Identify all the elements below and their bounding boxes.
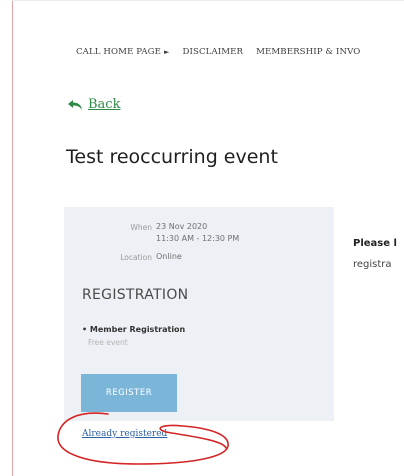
window-border-left — [12, 0, 13, 476]
window-border-top — [12, 0, 404, 1]
nav-item-disclaimer[interactable]: DISCLAIMER — [183, 47, 244, 57]
when-label: When — [130, 223, 152, 232]
registration-option: • Member Registration — [82, 325, 186, 334]
side-message-text: registra — [353, 259, 392, 270]
nav-item-call-home-page[interactable]: CALL HOME PAGE ► — [76, 47, 170, 57]
caret-right-icon: ► — [164, 48, 170, 56]
back-label: Back — [88, 97, 121, 112]
back-link[interactable]: Back — [66, 97, 120, 112]
event-date: 23 Nov 2020 — [156, 222, 208, 231]
event-details-panel: When 23 Nov 2020 11:30 AM - 12:30 PM Loc… — [64, 207, 334, 421]
event-title: Test reoccurring event — [66, 146, 278, 168]
nav-item-label: CALL HOME PAGE — [76, 47, 162, 57]
event-time: 11:30 AM - 12:30 PM — [156, 234, 240, 243]
back-arrow-icon — [68, 99, 82, 110]
registration-option-note: Free event — [88, 338, 128, 347]
location-label: Location — [120, 253, 152, 262]
annotation-circle — [57, 412, 229, 465]
nav-item-membership[interactable]: MEMBERSHIP & INVO — [256, 47, 360, 57]
registration-heading: REGISTRATION — [82, 287, 189, 303]
event-location: Online — [156, 252, 182, 261]
top-navigation: CALL HOME PAGE ► DISCLAIMER MEMBERSHIP & … — [76, 44, 373, 60]
side-message-bold: Please l — [353, 238, 397, 249]
